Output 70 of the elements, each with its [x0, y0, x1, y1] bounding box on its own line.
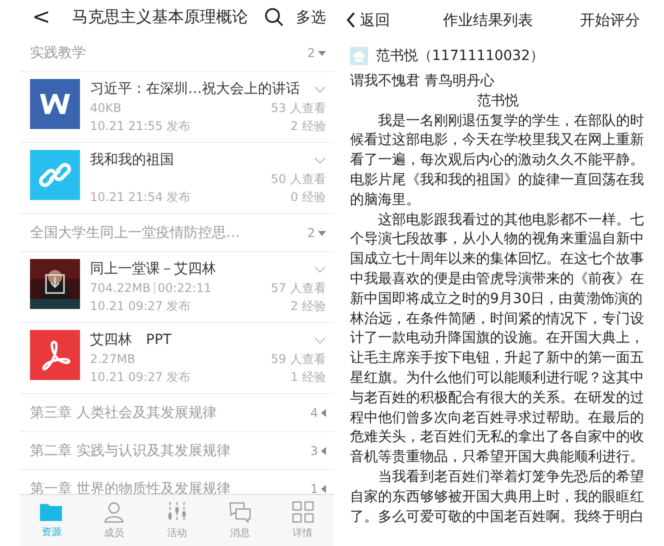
resource-item[interactable]: 艾四林 PPT 2.27MB 59 人查看 10.21 09:27 发布 1 经验	[20, 323, 334, 394]
chevron-left-icon	[346, 12, 356, 28]
section-header[interactable]: 全国大学生同上一堂疫情防控思… 2	[20, 214, 334, 252]
publish-time: 10.21 09:27 发布	[90, 298, 191, 315]
publish-time: 10.21 09:27 发布	[90, 369, 191, 386]
essay-paragraph: 我是一名刚刚退伍复学的学生，在部队的时候看过这部电影，今天在学校里我又在网上重新看了一遍，每次观后内心的激动久久不能平静。电影片尾《我和我的祖国》的旋律一直回荡在我的脑海里。	[350, 112, 645, 210]
tab-bar-item[interactable]: 活动	[146, 495, 208, 546]
student-name: 范书悦（11711110032）	[376, 47, 544, 65]
item-count: 1	[310, 482, 318, 494]
view-count: 50 人查看	[270, 171, 326, 188]
multi-select-button[interactable]: 多选	[288, 8, 334, 26]
resource-item[interactable]: 同上一堂课－艾四林 704.22MB 00:22:11 57 人查看 10.21 09:27 发布 2 经验	[20, 252, 334, 323]
publish-time: 10.21 21:54 发布	[90, 189, 191, 206]
word-document-icon	[30, 79, 80, 129]
folder-icon	[39, 502, 64, 522]
page-title: 马克思主义基本原理概论	[71, 6, 250, 28]
chat-icon	[228, 501, 251, 523]
tab-bar-item[interactable]: 消息	[208, 495, 272, 546]
section-title: 第三章 人类社会及其发展规律	[30, 404, 218, 422]
resource-title: 艾四林 PPT	[90, 331, 172, 350]
search-icon[interactable]	[264, 7, 284, 27]
chevron-down-icon[interactable]	[314, 86, 326, 92]
section-title: 全国大学生同上一堂疫情防控思…	[30, 224, 241, 242]
chevron-down-icon[interactable]	[314, 266, 326, 272]
experience-points: 2 经验	[290, 118, 326, 135]
view-count: 53 人查看	[270, 100, 326, 117]
view-count: 57 人查看	[270, 280, 326, 297]
grid-icon	[292, 501, 314, 523]
video-duration: 00:22:11	[158, 280, 212, 297]
resource-item[interactable]: 习近平：在深圳…祝大会上的讲话 40KB 53 人查看 10.21 21:55 发布 2 经验	[20, 72, 334, 143]
person-icon	[103, 501, 126, 523]
essay-paragraph: 这部电影跟我看过的其他电影都不一样。七个导演七段故事，从小人物的视角来重温自新中国成立七十周年以来的集体回忆。在这七个故事中我最喜欢的便是由管虎导演带来的《前夜》在新中国即将成立之时的9月30日，由黄渤饰演的林治远，在条件简陋，时间紧的情况下，专门设计了一款电动升降国旗的设施。在开国大典上，让毛主席亲手按下电钮，升起了新中的第一面五星红旗。为什么他们可以能顺利进行呢？这其中与老百姓的积极配合有很大的关系。在研发的过程中他们曾多次向老百姓寻求过帮助。在最后的危难关头，老百姓们无私的拿出了各自家中的收音机等贵重物品，只希望开国大典能顺利进行。	[350, 210, 645, 468]
back-button[interactable]: <	[26, 4, 56, 30]
author-name: 范书悦	[476, 92, 520, 111]
essay-paragraph: 当我看到老百姓们举着灯笼争先恐后的希望自家的东西够够被开国大典用上时，我的眼眶红了。多么可爱可敬的中国老百姓啊。我终于明白	[350, 468, 645, 527]
link-icon	[30, 150, 80, 200]
item-count: 2	[307, 46, 315, 60]
experience-points: 2 经验	[290, 298, 326, 315]
resource-title: 同上一堂课－艾四林	[90, 260, 216, 279]
item-count: 2	[307, 226, 315, 240]
publish-time: 10.21 21:55 发布	[90, 118, 191, 135]
chevron-down-icon[interactable]	[314, 336, 326, 344]
chevron-down-icon[interactable]	[314, 156, 326, 164]
item-count: 3	[310, 444, 318, 458]
sliders-icon	[166, 501, 188, 523]
essay-title: 谓我不愧君 青鸟明丹心	[350, 72, 496, 91]
tab-bar-item[interactable]: 成员	[82, 495, 146, 546]
tab-bar-item[interactable]: 详情	[271, 495, 334, 546]
item-count: 4	[310, 406, 318, 420]
start-grading-button[interactable]: 开始评分	[580, 10, 640, 30]
resource-item[interactable]: 我和我的祖国 50 人查看 10.21 21:54 发布 0 经验	[20, 143, 334, 214]
section-title: 第一章 世界的物质性及发展规律	[30, 480, 232, 494]
pdf-icon	[30, 330, 80, 380]
experience-points: 0 经验	[290, 189, 326, 206]
file-size: 40KB	[90, 100, 122, 117]
view-count: 59 人查看	[270, 351, 326, 368]
section-header[interactable]: 实践教学 2	[20, 34, 334, 72]
section-title: 实践教学	[30, 44, 87, 62]
back-button[interactable]: 返回	[340, 10, 396, 30]
section-title: 第二章 实践与认识及其发展规律	[30, 442, 232, 460]
section-header[interactable]: 第二章 实践与认识及其发展规律 3	[20, 432, 334, 470]
file-size: 704.22MB	[90, 280, 151, 297]
resource-title: 我和我的祖国	[90, 151, 174, 170]
resource-title: 习近平：在深圳…祝大会上的讲话	[90, 80, 300, 99]
tab-bar-item[interactable]: 资源	[20, 495, 83, 546]
avatar-icon	[350, 47, 368, 65]
section-header[interactable]: 第三章 人类社会及其发展规律 4	[20, 394, 334, 432]
page-title: 作业结果列表	[442, 10, 534, 30]
experience-points: 1 经验	[290, 369, 326, 386]
file-size: 2.27MB	[90, 351, 136, 368]
